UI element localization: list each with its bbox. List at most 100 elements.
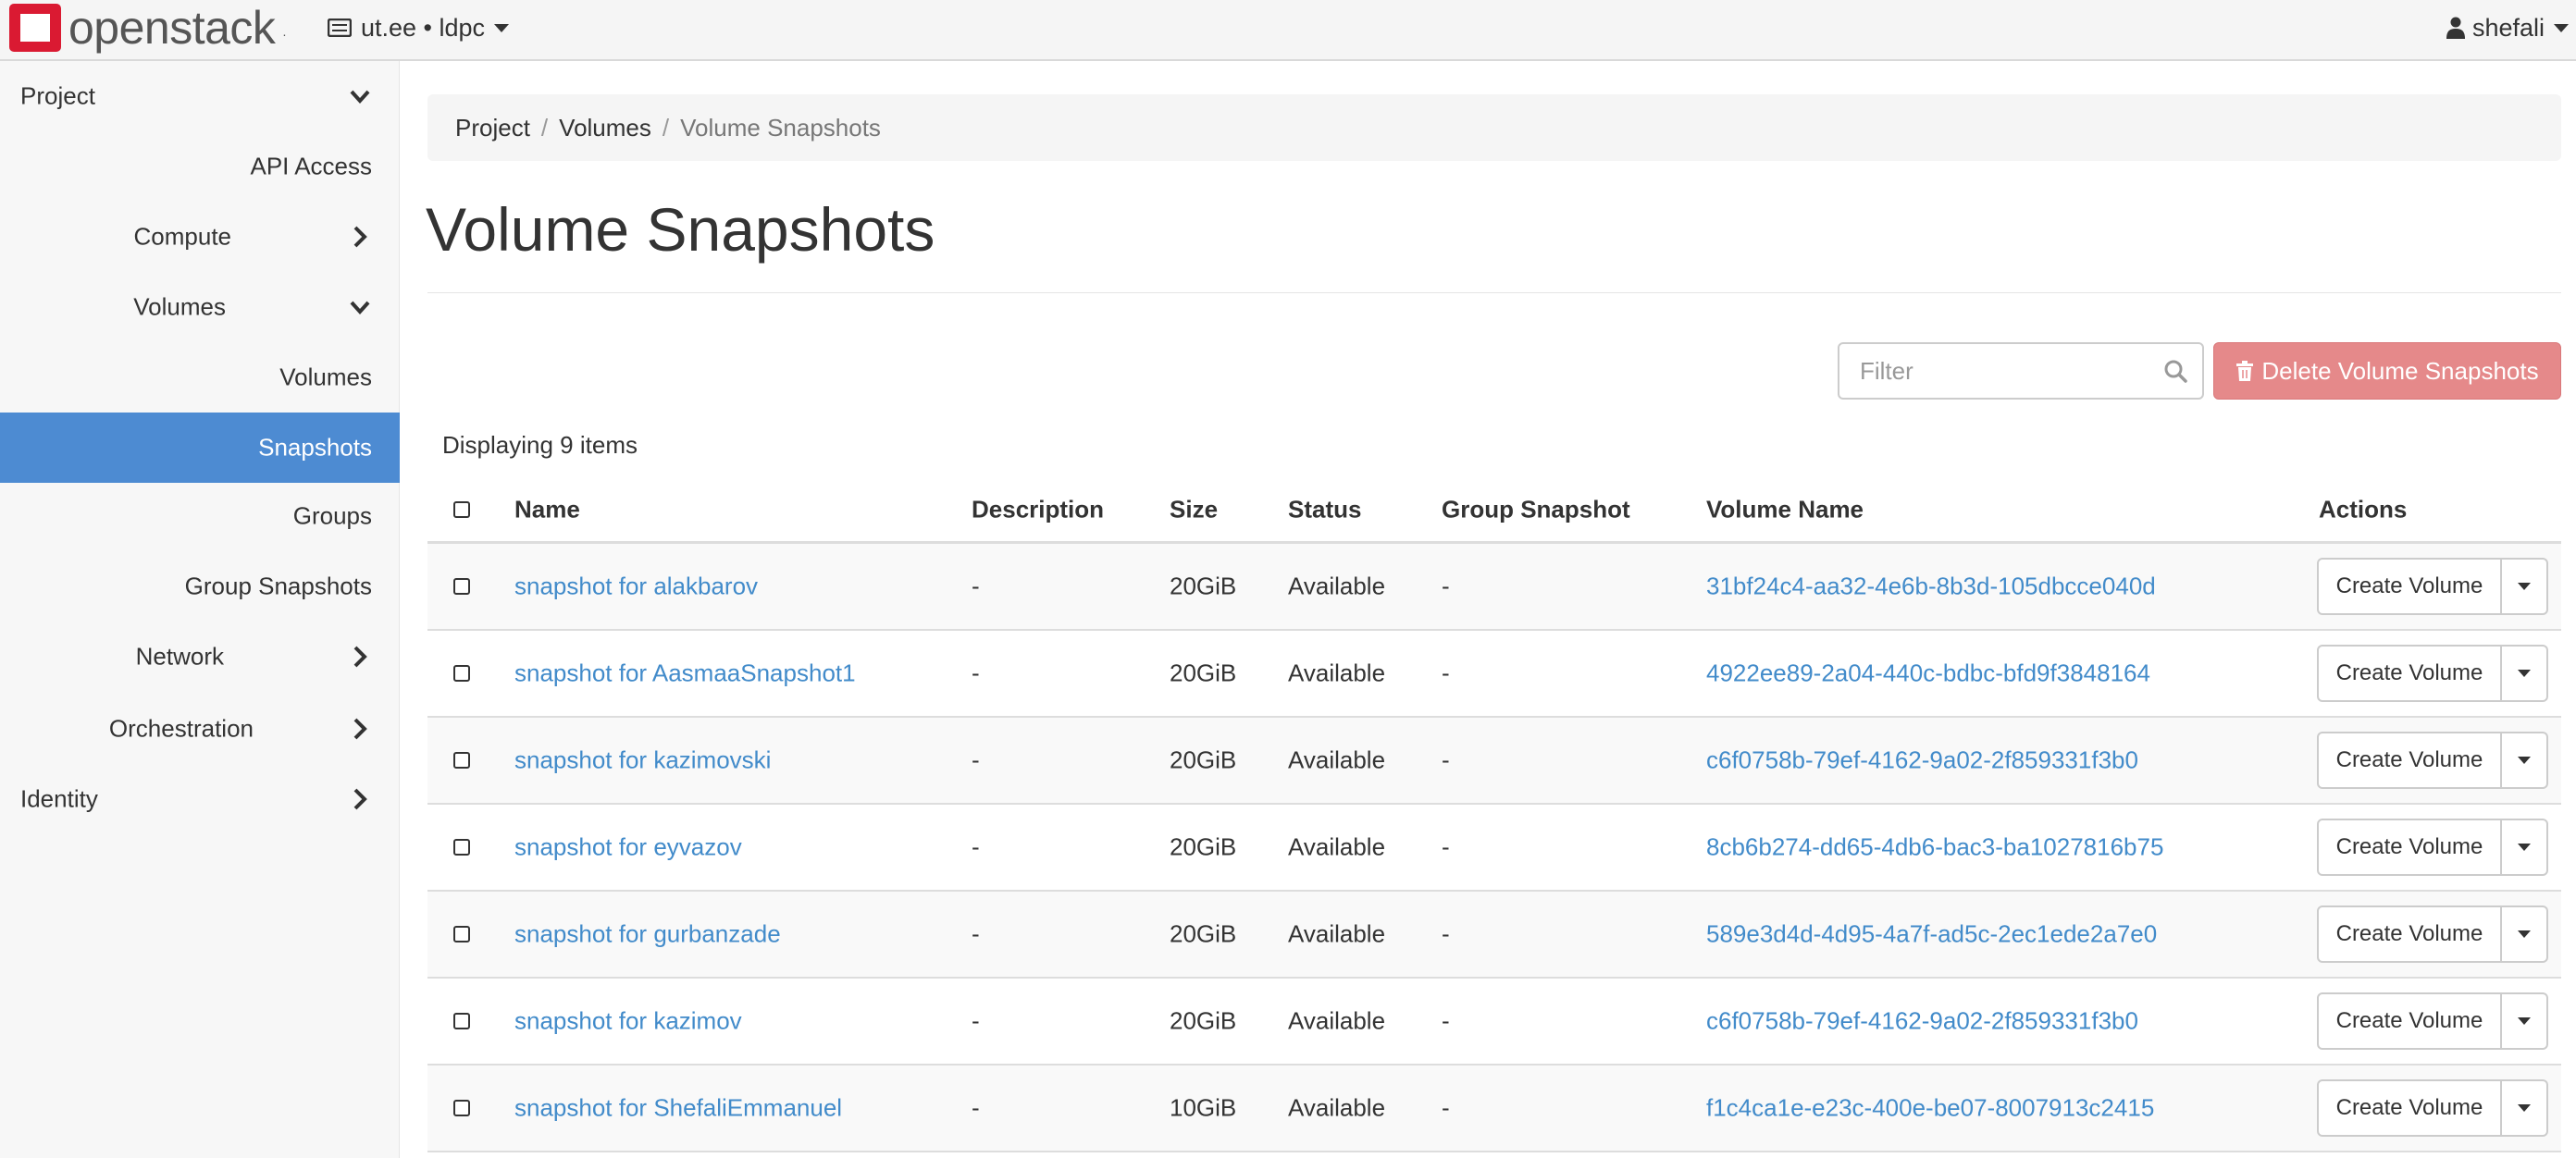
row-checkbox[interactable] xyxy=(453,1013,470,1029)
sidebar-item-api-access[interactable]: API Access xyxy=(0,131,400,202)
volume-name-link[interactable]: 589e3d4d-4d95-4a7f-ad5c-2ec1ede2a7e0 xyxy=(1706,920,2157,949)
row-actions-dropdown-toggle[interactable] xyxy=(2502,992,2548,1050)
create-volume-button[interactable]: Create Volume xyxy=(2317,732,2502,789)
snapshot-description: - xyxy=(972,832,980,861)
snapshot-name-link[interactable]: snapshot for kazimovski xyxy=(514,746,771,775)
breadcrumb-separator: / xyxy=(540,113,549,142)
snapshot-size: 10GiB xyxy=(1170,1093,1237,1122)
row-actions: Create Volume xyxy=(2317,992,2548,1050)
snapshot-status: Available xyxy=(1288,745,1386,774)
snapshot-name-link[interactable]: snapshot for kazimov xyxy=(514,1007,742,1036)
table-row: snapshot for kazimovski - 20GiB Available - c… xyxy=(427,718,2561,805)
sidebar-item-label: Identity xyxy=(20,784,98,813)
sidebar-item-compute[interactable]: Compute xyxy=(0,202,400,272)
row-checkbox[interactable] xyxy=(453,926,470,942)
sidebar-item-label: Volumes xyxy=(279,363,372,391)
chevron-right-icon xyxy=(353,226,367,248)
volume-name-link[interactable]: c6f0758b-79ef-4162-9a02-2f859331f3b0 xyxy=(1706,1007,2138,1036)
snapshot-name-link[interactable]: snapshot for gurbanzade xyxy=(514,920,781,949)
sidebar-item-project[interactable]: Project xyxy=(0,61,400,131)
snapshot-description: - xyxy=(972,1093,980,1122)
create-volume-button[interactable]: Create Volume xyxy=(2317,1079,2502,1137)
table-row: snapshot for ShefaliEmmanuel - 10GiB Availa… xyxy=(427,1066,2561,1152)
snapshot-group-snapshot: - xyxy=(1442,919,1450,948)
search-icon[interactable] xyxy=(2163,359,2187,383)
sidebar-item-volumes[interactable]: Volumes xyxy=(0,342,400,413)
volume-name-link[interactable]: c6f0758b-79ef-4162-9a02-2f859331f3b0 xyxy=(1706,746,2138,775)
sidebar-item-group-snapshots[interactable]: Group Snapshots xyxy=(0,551,400,622)
caret-down-icon xyxy=(2518,930,2531,938)
filter-input[interactable] xyxy=(1839,344,2145,398)
user-menu[interactable]: shefali xyxy=(2446,9,2576,46)
title-divider xyxy=(427,292,2561,293)
row-actions-dropdown-toggle[interactable] xyxy=(2502,905,2548,963)
user-icon xyxy=(2446,17,2465,39)
snapshot-group-snapshot: - xyxy=(1442,745,1450,774)
caret-down-icon xyxy=(2518,670,2531,677)
brand-logo[interactable]: openstack . xyxy=(9,4,286,52)
project-switcher[interactable]: ut.ee • ldpc xyxy=(328,9,510,46)
sidebar-item-network[interactable]: Network xyxy=(0,622,400,692)
row-actions-dropdown-toggle[interactable] xyxy=(2502,819,2548,876)
row-actions-dropdown-toggle[interactable] xyxy=(2502,1079,2548,1137)
column-header-group-snapshot[interactable]: Group Snapshot xyxy=(1442,495,1630,524)
select-all-checkbox[interactable] xyxy=(453,500,470,518)
row-actions-dropdown-toggle[interactable] xyxy=(2502,558,2548,615)
breadcrumb-current: Volume Snapshots xyxy=(680,113,881,142)
snapshot-size: 20GiB xyxy=(1170,919,1237,948)
row-actions: Create Volume xyxy=(2317,1079,2548,1137)
table-header: Name Description Size Status Group Snaps… xyxy=(427,477,2561,544)
create-volume-button[interactable]: Create Volume xyxy=(2317,992,2502,1050)
row-actions-dropdown-toggle[interactable] xyxy=(2502,732,2548,789)
brand-name: openstack xyxy=(68,2,276,54)
row-actions-dropdown-toggle[interactable] xyxy=(2502,645,2548,702)
create-volume-button[interactable]: Create Volume xyxy=(2317,905,2502,963)
column-header-description[interactable]: Description xyxy=(972,495,1104,524)
trash-icon xyxy=(2236,361,2254,381)
row-checkbox[interactable] xyxy=(453,839,470,856)
trademark-dot: . xyxy=(282,24,286,39)
volume-name-link[interactable]: 8cb6b274-dd65-4db6-bac3-ba1027816b75 xyxy=(1706,833,2163,862)
row-checkbox[interactable] xyxy=(453,578,470,595)
sidebar-item-orchestration[interactable]: Orchestration xyxy=(0,694,400,764)
snapshot-name-link[interactable]: snapshot for AasmaaSnapshot1 xyxy=(514,659,856,688)
create-volume-button[interactable]: Create Volume xyxy=(2317,645,2502,702)
sidebar-item-volumes-group[interactable]: Volumes xyxy=(0,272,400,342)
create-volume-button[interactable]: Create Volume xyxy=(2317,558,2502,615)
column-header-name[interactable]: Name xyxy=(514,495,580,524)
row-checkbox[interactable] xyxy=(453,1100,470,1116)
row-checkbox[interactable] xyxy=(453,752,470,769)
snapshot-status: Available xyxy=(1288,1093,1386,1122)
snapshot-size: 20GiB xyxy=(1170,1006,1237,1035)
volume-name-link[interactable]: f1c4ca1e-e23c-400e-be07-8007913c2415 xyxy=(1706,1094,2154,1123)
column-header-volume-name[interactable]: Volume Name xyxy=(1706,495,1864,524)
sidebar-item-groups[interactable]: Groups xyxy=(0,481,400,551)
snapshot-name-link[interactable]: snapshot for eyvazov xyxy=(514,833,742,862)
volume-name-link[interactable]: 31bf24c4-aa32-4e6b-8b3d-105dbcce040d xyxy=(1706,573,2156,601)
snapshot-name-link[interactable]: snapshot for ShefaliEmmanuel xyxy=(514,1094,842,1123)
chevron-down-icon xyxy=(350,301,370,314)
table-row: snapshot for kazimov - 20GiB Available - c6f0… xyxy=(427,979,2561,1066)
column-header-size[interactable]: Size xyxy=(1170,495,1218,524)
breadcrumb-project[interactable]: Project xyxy=(455,114,530,142)
row-checkbox[interactable] xyxy=(453,665,470,682)
delete-volume-snapshots-button[interactable]: Delete Volume Snapshots xyxy=(2213,342,2561,400)
volume-name-link[interactable]: 4922ee89-2a04-440c-bdbc-bfd9f3848164 xyxy=(1706,659,2150,688)
snapshot-name-link[interactable]: snapshot for alakbarov xyxy=(514,573,758,601)
create-volume-button[interactable]: Create Volume xyxy=(2317,819,2502,876)
table-row: snapshot for alakbarov - 20GiB Available - 31… xyxy=(427,544,2561,631)
top-navbar: openstack . ut.ee • ldpc shefali xyxy=(0,0,2576,61)
sidebar-item-snapshots[interactable]: Snapshots xyxy=(0,413,400,483)
row-actions: Create Volume xyxy=(2317,558,2548,615)
sidebar-item-label: API Access xyxy=(250,152,373,180)
table-row: snapshot for gurbanzade - 20GiB Available - 5… xyxy=(427,892,2561,979)
sidebar-item-label: Group Snapshots xyxy=(184,572,372,600)
snapshot-size: 20GiB xyxy=(1170,572,1237,600)
breadcrumb-volumes[interactable]: Volumes xyxy=(559,114,651,142)
sidebar-item-label: Network xyxy=(135,642,224,671)
column-header-actions: Actions xyxy=(2319,495,2408,523)
sidebar-item-identity[interactable]: Identity xyxy=(0,764,400,834)
snapshot-size: 20GiB xyxy=(1170,659,1237,687)
column-header-status[interactable]: Status xyxy=(1288,495,1361,524)
table-row: snapshot for eyvazov - 20GiB Available - 8cb6… xyxy=(427,805,2561,892)
